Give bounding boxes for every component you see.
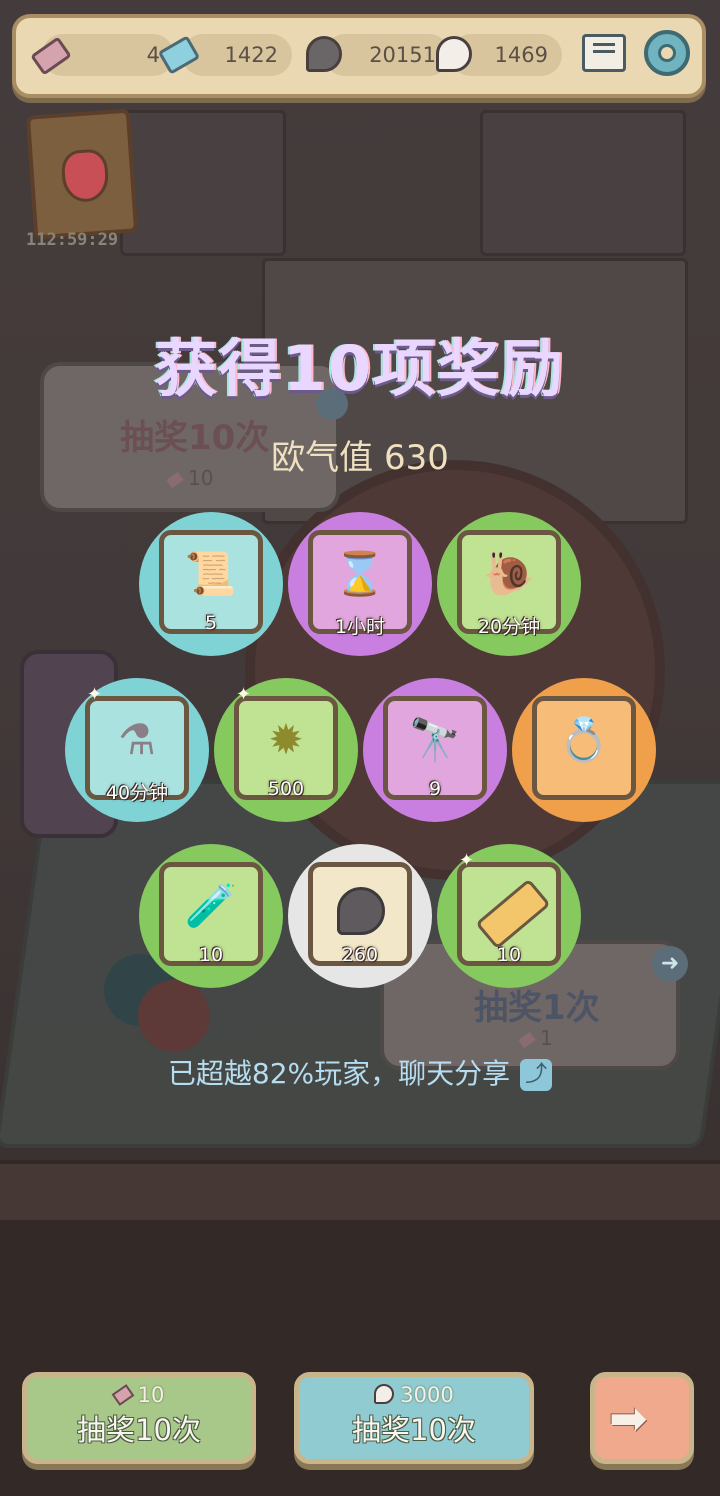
reward-item-spiky-shell[interactable]: ✹ ✦ 500 [214, 678, 358, 822]
spiky-shell-icon: ✹ [268, 715, 304, 764]
mail-icon[interactable] [582, 34, 626, 72]
reward-count: 40分钟 [105, 782, 169, 804]
button-label: 抽奖10次 [77, 1413, 201, 1447]
hourglass-icon: ⌛ [333, 549, 387, 598]
reward-count: 500 [267, 778, 305, 800]
reward-item-potion-bottle[interactable]: 🧪 10 [139, 844, 283, 988]
arrow-right-icon: ➡ [609, 1391, 648, 1445]
sparkle-icon: ✦ [236, 684, 252, 705]
tube-icon [475, 878, 551, 950]
reward-item-tube[interactable]: ✦ 10 [437, 844, 581, 988]
share-text: 已超越82%玩家，聊天分享 [167, 1057, 511, 1090]
scroll-icon: 📜 [184, 549, 238, 598]
reward-count: 260 [341, 944, 379, 966]
bg-panel-cost: 1 [518, 1026, 553, 1050]
reward-title: 获得10项奖励 [154, 332, 566, 405]
gear-icon[interactable] [644, 30, 690, 76]
dark-bubble-icon [337, 887, 385, 935]
share-icon[interactable]: ⤴ [520, 1059, 553, 1091]
reward-count: 9 [428, 778, 442, 800]
reward-count: 1小时 [334, 616, 386, 638]
reward-count: 10 [198, 944, 224, 966]
reward-count: 5 [204, 612, 218, 634]
resource-bar: 4 1422 20151 1469 [12, 14, 706, 98]
event-card[interactable] [25, 108, 139, 240]
draw-ten-ticket-button[interactable]: 10 抽奖10次 [22, 1372, 256, 1464]
molecule-icon: ⚗ [118, 715, 156, 764]
dark-bubble-icon [306, 36, 342, 72]
next-button[interactable]: ➡ [590, 1372, 694, 1464]
reward-item-molecule[interactable]: ⚗ ✦ 40分钟 [65, 678, 209, 822]
sparkle-icon: ✦ [87, 684, 103, 705]
bg-panel-title: 抽奖1次 [474, 988, 600, 1028]
ticket-icon [111, 1384, 135, 1406]
light-bubble-icon [436, 36, 472, 72]
ticket-icon [518, 1031, 536, 1049]
snail-icon: 🐌 [482, 549, 536, 598]
pepper-icon [60, 148, 110, 204]
button-label: 抽奖10次 [352, 1413, 476, 1447]
reward-item-ring[interactable]: 💍 [512, 678, 656, 822]
sparkle-icon: ✦ [459, 850, 475, 871]
event-timer: 112:59:29 [26, 230, 119, 250]
reward-count: 10 [496, 944, 522, 966]
reward-item-hourglass[interactable]: ⌛ 1小时 [288, 512, 432, 656]
reward-item-telescope[interactable]: 🔭 9 [363, 678, 507, 822]
dark-bubble-counter: 20151 [324, 34, 450, 76]
share-line[interactable]: 已超越82%玩家，聊天分享 ⤴ [0, 1052, 720, 1092]
potion-bottle-icon: 🧪 [184, 881, 238, 930]
draw-ten-bubble-button[interactable]: 3000 抽奖10次 [294, 1372, 534, 1464]
arrow-right-icon: ➜ [652, 946, 688, 982]
ring-icon: 💍 [557, 715, 611, 764]
telescope-icon: 🔭 [408, 715, 462, 764]
light-bubble-icon [374, 1384, 395, 1404]
reward-item-dark-bubble[interactable]: 260 [288, 844, 432, 988]
reward-item-snail[interactable]: 🐌 20分钟 [437, 512, 581, 656]
reward-count: 20分钟 [477, 616, 541, 638]
luck-value: 欧气值 630 [271, 438, 449, 478]
reward-item-scroll[interactable]: 📜 5 [139, 512, 283, 656]
